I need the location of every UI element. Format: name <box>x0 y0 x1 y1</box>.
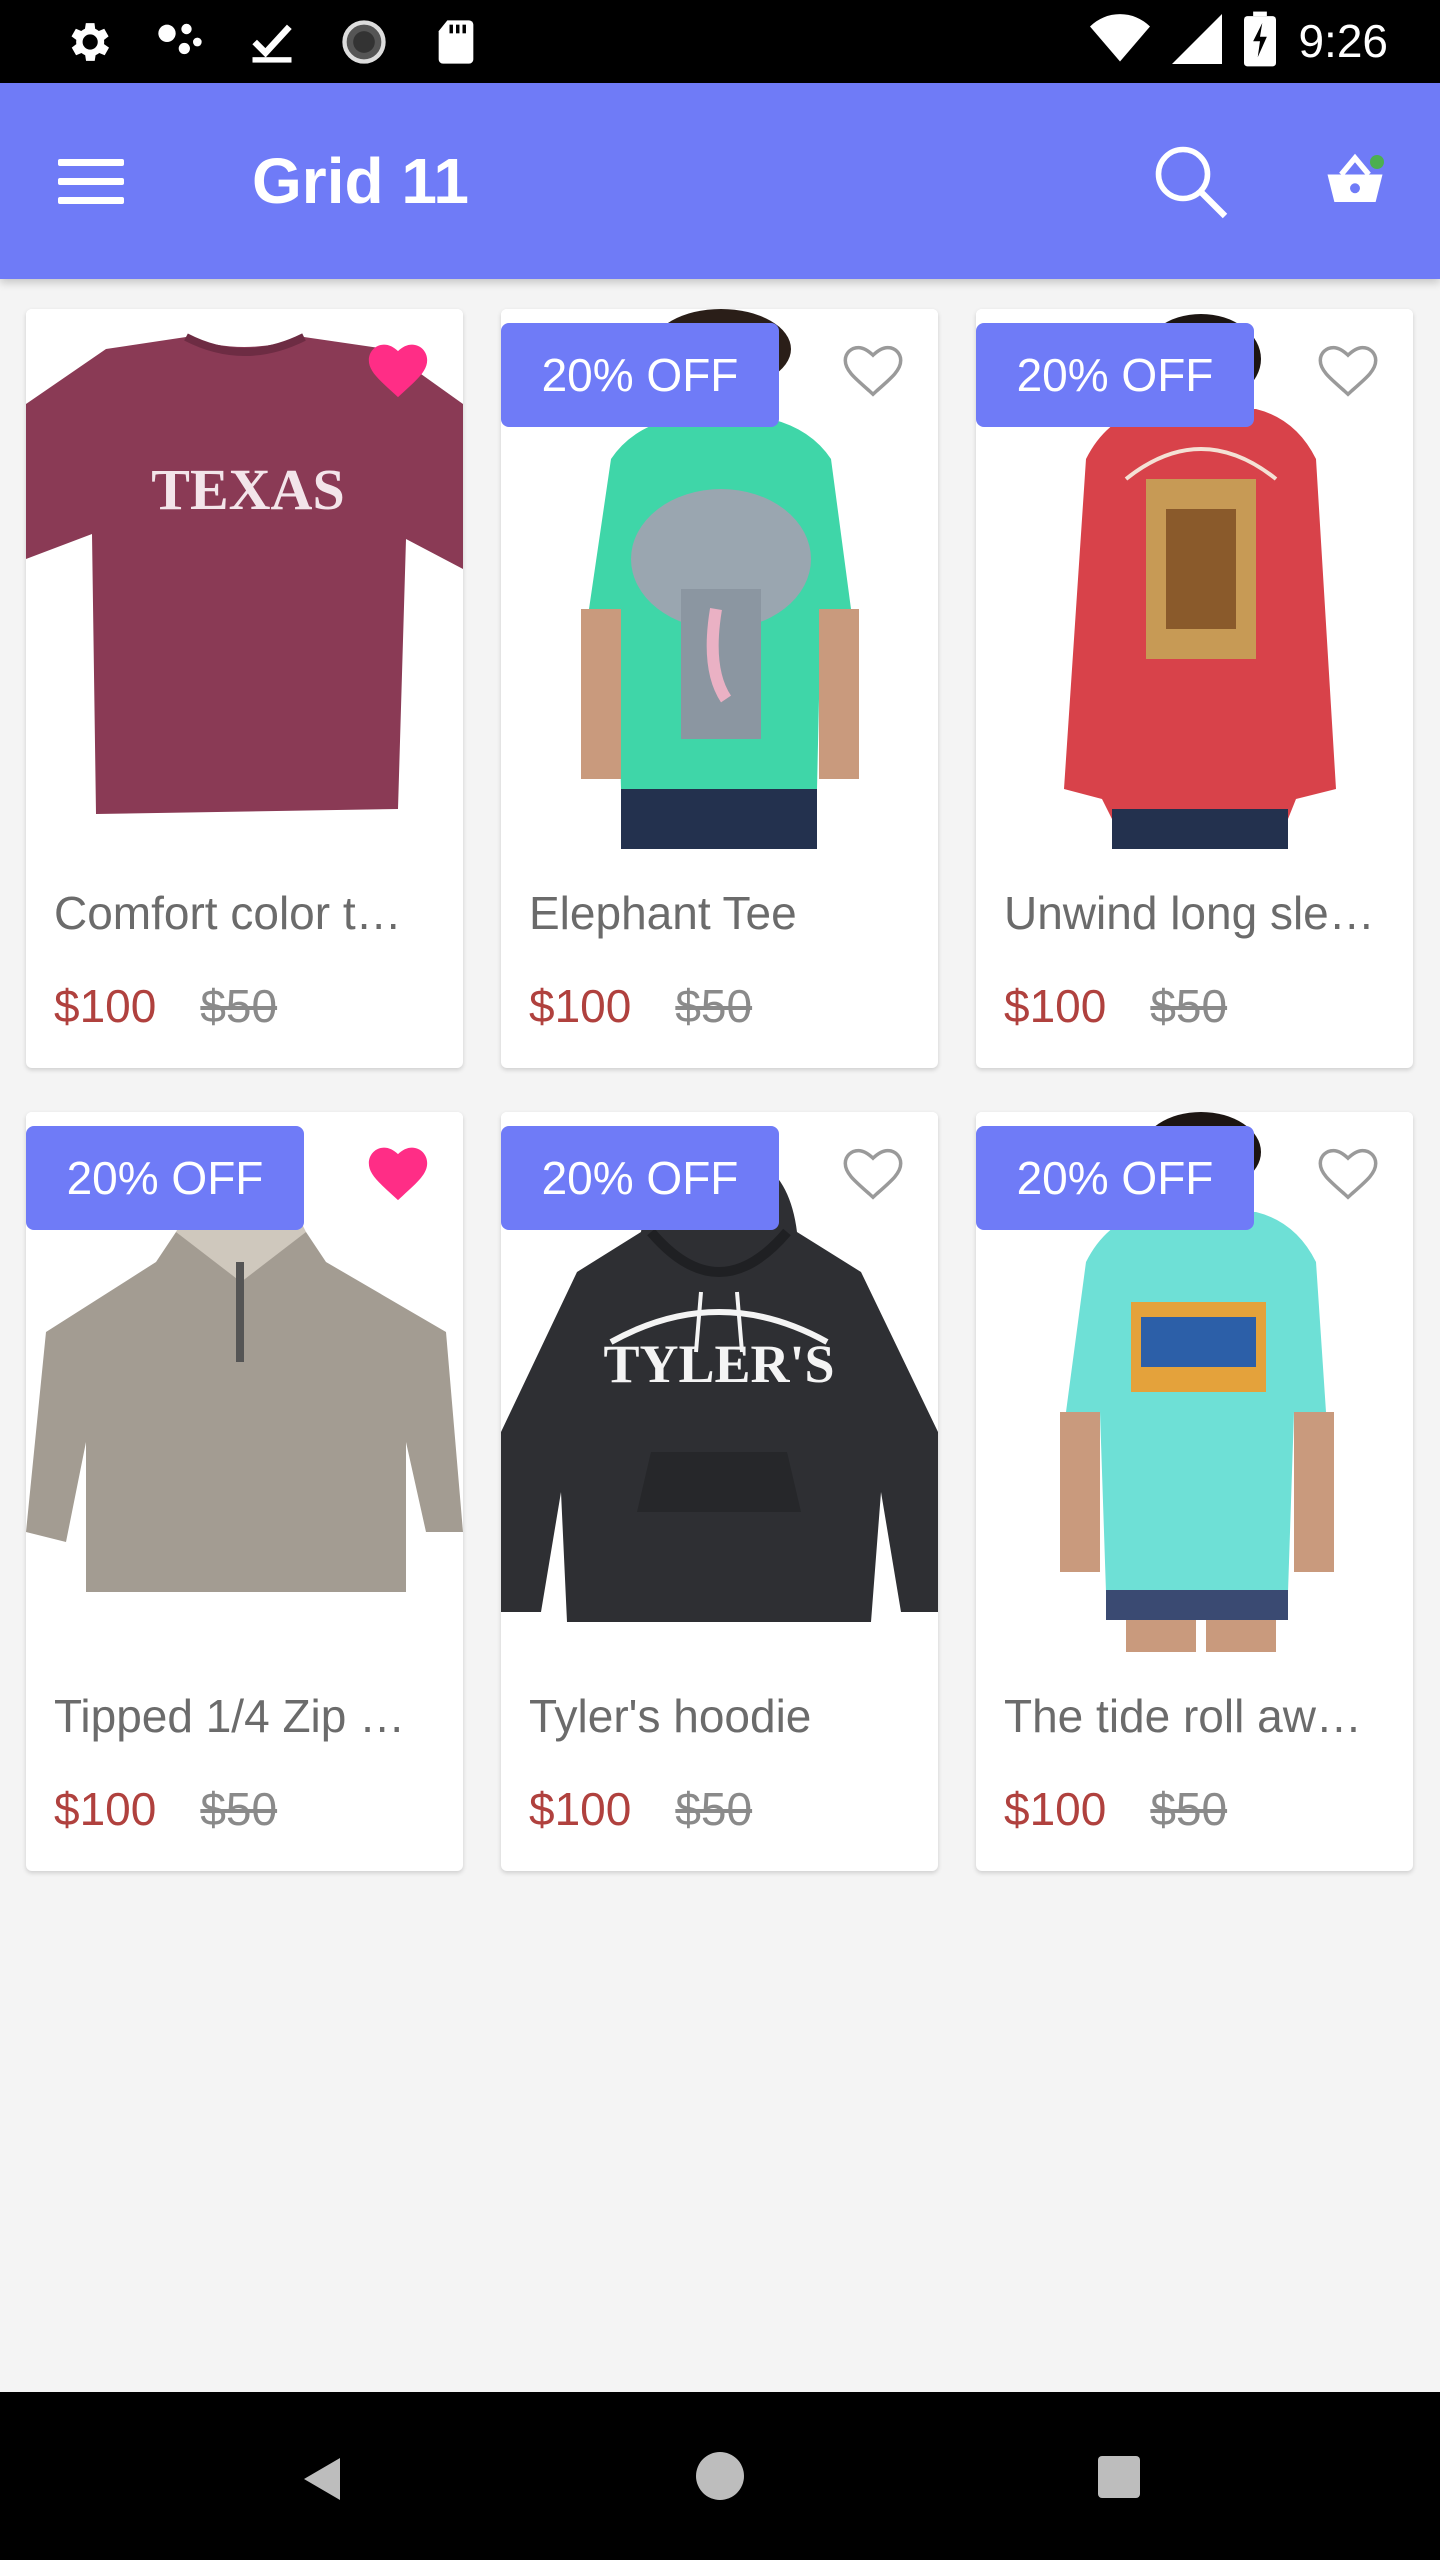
tylers-print: TYLER'S <box>603 1334 834 1394</box>
product-price: $100 <box>529 980 632 1032</box>
product-name: Unwind long sle… <box>1004 887 1375 939</box>
product-card[interactable]: 20% OFF Elephant Tee $100 $50 <box>501 309 938 1068</box>
product-grid: TEXAS Comfort color t… $100 $50 20% OFF … <box>26 309 1414 1871</box>
price-row: $100 $50 <box>1004 1782 1227 1836</box>
heart-outline-icon[interactable] <box>838 1138 908 1204</box>
product-price: $100 <box>54 980 157 1032</box>
product-old-price: $50 <box>1150 1783 1228 1835</box>
sd-card-icon <box>430 16 482 68</box>
product-card[interactable]: 20% OFF The tide roll aw… $100 $50 <box>976 1112 1413 1871</box>
product-name: Tyler's hoodie <box>529 1690 812 1742</box>
status-bar: 9:26 <box>0 0 1440 83</box>
battery-charging-icon <box>1244 11 1277 72</box>
heart-filled-icon[interactable] <box>363 1138 433 1204</box>
discount-badge: 20% OFF <box>976 1126 1254 1230</box>
assistant-dots-icon <box>154 16 206 68</box>
product-card[interactable]: TYLER'S 20% OFF Tyler's hoodie $100 $50 <box>501 1112 938 1871</box>
app-bar: Grid 11 <box>0 83 1440 279</box>
texas-print: TEXAS <box>151 457 344 522</box>
recents-icon[interactable] <box>1098 2456 1140 2498</box>
heart-outline-icon[interactable] <box>838 335 908 401</box>
product-price: $100 <box>1004 1783 1107 1835</box>
back-icon[interactable] <box>300 2454 344 2504</box>
price-row: $100 $50 <box>54 979 277 1033</box>
product-price: $100 <box>54 1783 157 1835</box>
signal-icon <box>1172 13 1223 69</box>
cart-badge <box>1370 155 1384 169</box>
price-row: $100 $50 <box>529 979 752 1033</box>
product-old-price: $50 <box>675 980 753 1032</box>
system-nav-bar <box>0 2392 1440 2560</box>
product-card[interactable]: TEXAS Comfort color t… $100 $50 <box>26 309 463 1068</box>
product-price: $100 <box>1004 980 1107 1032</box>
download-done-icon <box>246 16 298 68</box>
product-old-price: $50 <box>1150 980 1228 1032</box>
product-name: Comfort color t… <box>54 887 402 939</box>
page-title: Grid 11 <box>252 145 469 217</box>
price-row: $100 $50 <box>54 1782 277 1836</box>
price-row: $100 $50 <box>529 1782 752 1836</box>
settings-icon <box>62 16 114 68</box>
status-time: 9:26 <box>1298 15 1388 67</box>
product-old-price: $50 <box>200 1783 278 1835</box>
product-name: Elephant Tee <box>529 887 797 939</box>
discount-badge: 20% OFF <box>501 323 779 427</box>
product-old-price: $50 <box>200 980 278 1032</box>
sync-icon <box>338 16 390 68</box>
search-icon[interactable] <box>1148 139 1232 223</box>
price-row: $100 $50 <box>1004 979 1227 1033</box>
menu-icon[interactable] <box>58 145 138 217</box>
heart-outline-icon[interactable] <box>1313 335 1383 401</box>
product-old-price: $50 <box>675 1783 753 1835</box>
product-price: $100 <box>529 1783 632 1835</box>
product-name: Tipped 1/4 Zip … <box>54 1690 406 1742</box>
heart-outline-icon[interactable] <box>1313 1138 1383 1204</box>
discount-badge: 20% OFF <box>501 1126 779 1230</box>
wifi-icon <box>1090 13 1151 69</box>
product-card[interactable]: 20% OFF Tipped 1/4 Zip … $100 $50 <box>26 1112 463 1871</box>
product-name: The tide roll aw… <box>1004 1690 1362 1742</box>
heart-filled-icon[interactable] <box>363 335 433 401</box>
product-card[interactable]: 20% OFF Unwind long sle… $100 $50 <box>976 309 1413 1068</box>
discount-badge: 20% OFF <box>26 1126 304 1230</box>
discount-badge: 20% OFF <box>976 323 1254 427</box>
home-icon[interactable] <box>696 2452 744 2500</box>
